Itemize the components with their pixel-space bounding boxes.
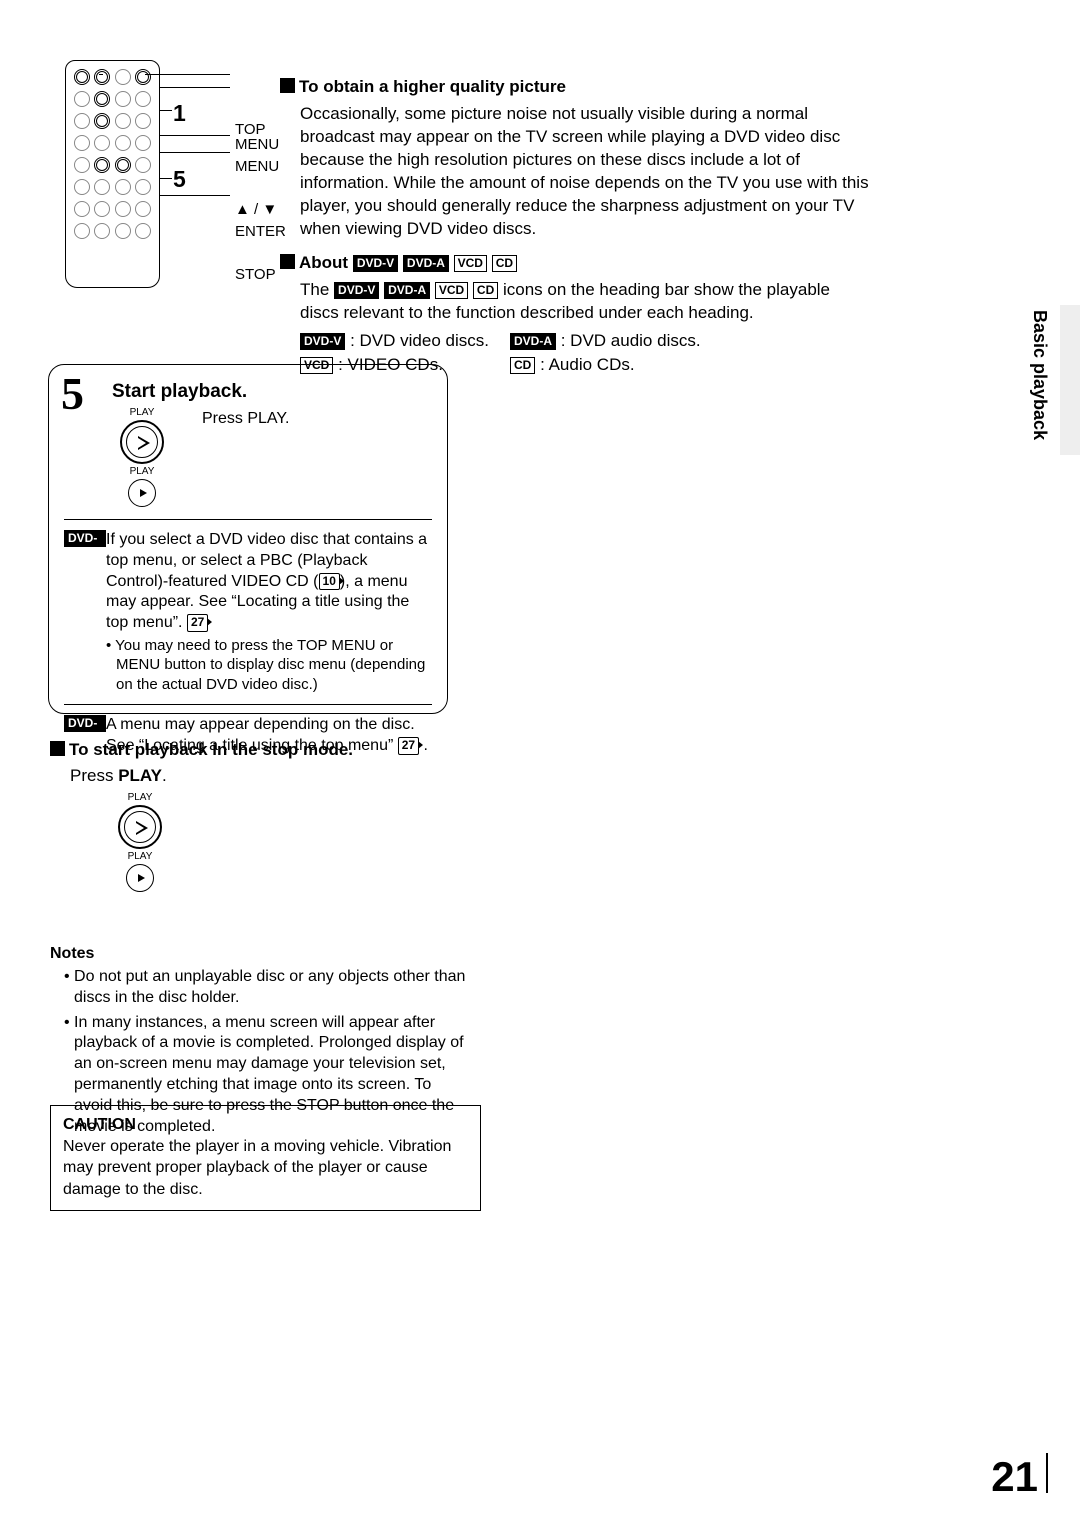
section-label: Basic playback	[1029, 310, 1050, 440]
about-item-dvda: : DVD audio discs.	[561, 331, 701, 350]
remote-label-stop: STOP	[235, 267, 286, 282]
page-ref-icon: 27	[187, 614, 208, 632]
tag-vcd: VCD	[454, 255, 487, 272]
callout-1: 1	[173, 100, 186, 127]
info-sections: To obtain a higher quality picture Occas…	[280, 77, 870, 378]
tag-dvda: DVD-A	[64, 715, 106, 732]
page-number: 21	[991, 1453, 1048, 1501]
remote-label-topmenu: TOP MENU	[235, 122, 286, 152]
play-icon	[136, 815, 148, 839]
play-button-diagram: PLAY PLAY	[112, 407, 172, 509]
press-play-text: Press PLAY.	[202, 410, 289, 428]
play-icon	[140, 489, 147, 497]
about-item-cd: : Audio CDs.	[540, 355, 635, 374]
step-number: 5	[61, 371, 84, 417]
square-bullet-icon	[280, 254, 295, 269]
step5-dvdv-bullet: You may need to press the TOP MENU or ME…	[115, 637, 425, 693]
stop-mode-heading: To start playback in the stop mode.	[69, 740, 353, 759]
tag-dvdv: DVD-V	[353, 255, 398, 272]
tag-dvda: DVD-A	[403, 255, 449, 272]
page-ref-icon: 10	[319, 573, 340, 591]
about-heading: About DVD-V DVD-A VCD CD	[280, 253, 870, 273]
square-bullet-icon	[50, 741, 65, 756]
caution-body: Never operate the player in a moving veh…	[63, 1138, 451, 1198]
notes-heading: Notes	[50, 945, 94, 962]
caution-box: CAUTION Never operate the player in a mo…	[50, 1105, 481, 1211]
play-label: PLAY	[110, 851, 170, 862]
play-icon	[138, 874, 145, 882]
stop-mode-section: To start playback in the stop mode. Pres…	[50, 740, 450, 894]
play-bold: PLAY	[118, 766, 162, 785]
tag-cd: CD	[492, 255, 517, 272]
step5-note-dvdv: DVD-V If you select a DVD video disc tha…	[64, 530, 432, 694]
thumb-tab	[1060, 305, 1080, 455]
remote-diagram: TOP MENU MENU ▲ / ▼ ENTER STOP 1 5	[65, 60, 160, 288]
remote-label-enter: ENTER	[235, 224, 286, 239]
play-button-diagram: PLAY PLAY	[110, 792, 170, 892]
square-bullet-icon	[280, 78, 295, 93]
remote-label-arrows: ▲ / ▼	[235, 202, 286, 217]
callout-5: 5	[173, 166, 186, 193]
tag-cd: CD	[473, 282, 498, 299]
play-label: PLAY	[110, 792, 170, 803]
tag-dvdv: DVD-V	[300, 333, 345, 350]
play-label: PLAY	[112, 407, 172, 418]
tag-vcd: VCD	[435, 282, 468, 299]
about-item-dvdv: : DVD video discs.	[350, 331, 489, 350]
step-title: Start playback.	[112, 381, 432, 403]
about-body: The DVD-V DVD-A VCD CD icons on the head…	[300, 279, 870, 325]
manual-page: Basic playback 21	[0, 0, 1080, 1526]
tag-dvdv: DVD-V	[334, 282, 379, 299]
step-5-box: 5 Start playback. PLAY PLAY Press PLAY. …	[48, 364, 448, 714]
note-item: Do not put an unplayable disc or any obj…	[64, 967, 470, 1009]
caution-heading: CAUTION	[63, 1116, 136, 1133]
higher-quality-heading: To obtain a higher quality picture	[280, 77, 870, 97]
tag-dvdv: DVD-V	[64, 530, 106, 547]
tag-dvda: DVD-A	[384, 282, 430, 299]
page-number-value: 21	[991, 1453, 1038, 1500]
tag-dvda: DVD-A	[510, 333, 556, 350]
tag-cd: CD	[510, 357, 535, 374]
higher-quality-body: Occasionally, some picture noise not usu…	[300, 103, 870, 241]
remote-label-menu: MENU	[235, 159, 286, 174]
play-icon	[138, 430, 150, 454]
play-label: PLAY	[112, 466, 172, 477]
